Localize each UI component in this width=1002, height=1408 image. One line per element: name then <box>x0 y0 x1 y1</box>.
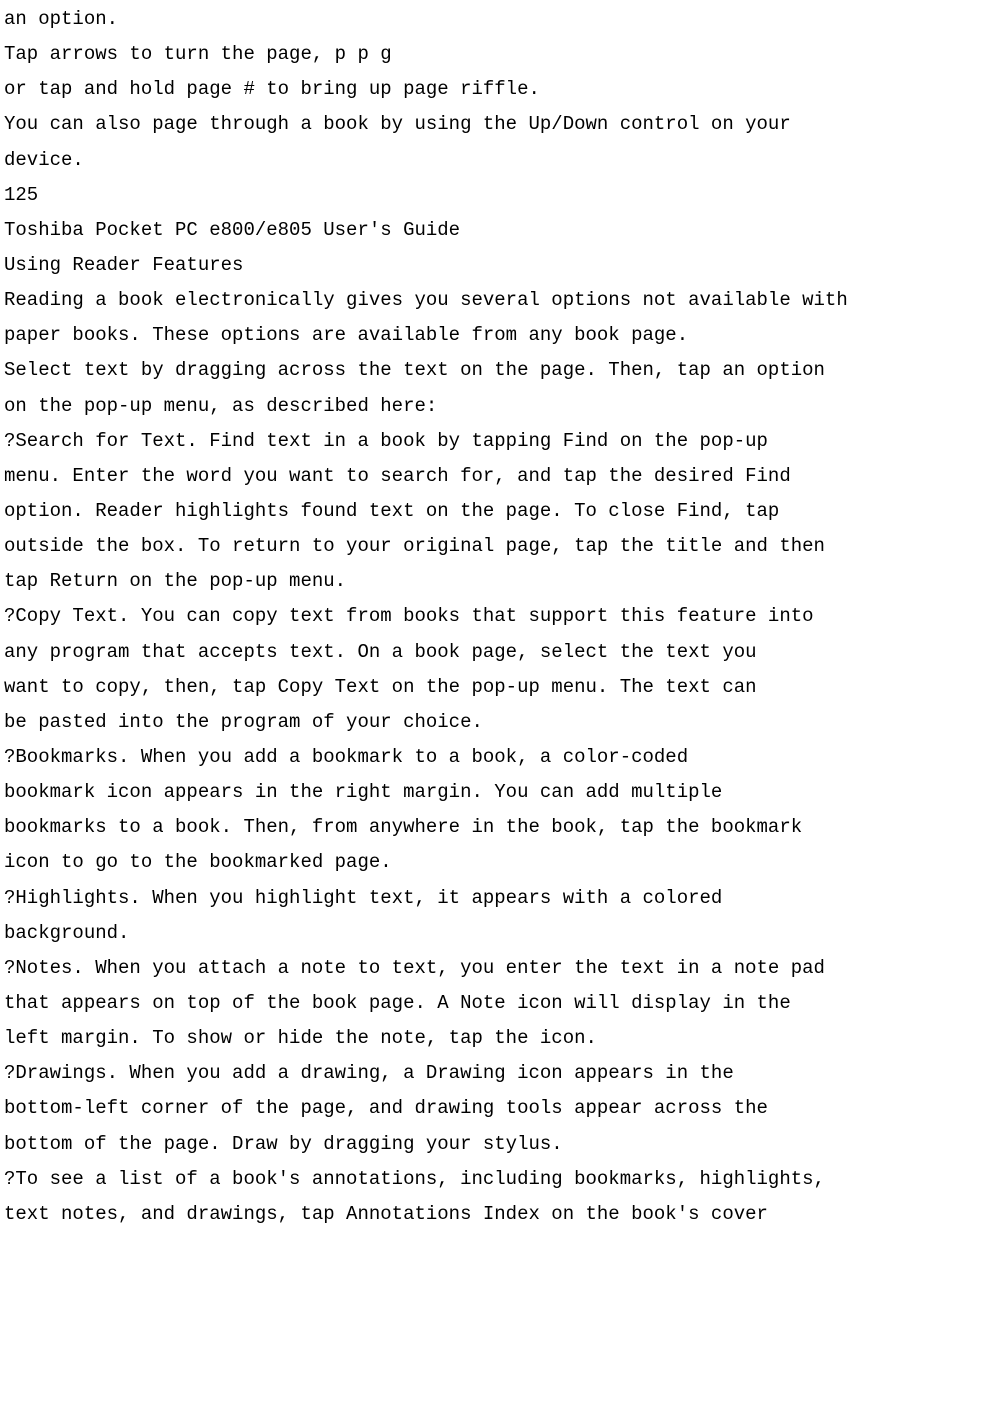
text-line: bookmark icon appears in the right margi… <box>4 775 998 810</box>
guide-title: Toshiba Pocket PC e800/e805 User's Guide <box>4 213 998 248</box>
text-line: any program that accepts text. On a book… <box>4 635 998 670</box>
text-line: ?Notes. When you attach a note to text, … <box>4 951 998 986</box>
document-body: an option. Tap arrows to turn the page, … <box>4 2 998 1232</box>
text-line: an option. <box>4 2 998 37</box>
text-line: tap Return on the pop-up menu. <box>4 564 998 599</box>
text-line: ?Drawings. When you add a drawing, a Dra… <box>4 1056 998 1091</box>
text-line: You can also page through a book by usin… <box>4 107 998 142</box>
text-line: outside the box. To return to your origi… <box>4 529 998 564</box>
text-line: device. <box>4 143 998 178</box>
text-line: Tap arrows to turn the page, p p g <box>4 37 998 72</box>
text-line: ?Highlights. When you highlight text, it… <box>4 881 998 916</box>
text-line: icon to go to the bookmarked page. <box>4 845 998 880</box>
text-line: on the pop-up menu, as described here: <box>4 389 998 424</box>
text-line: text notes, and drawings, tap Annotation… <box>4 1197 998 1232</box>
text-line: left margin. To show or hide the note, t… <box>4 1021 998 1056</box>
text-line: bookmarks to a book. Then, from anywhere… <box>4 810 998 845</box>
text-line: ?Search for Text. Find text in a book by… <box>4 424 998 459</box>
text-line: Select text by dragging across the text … <box>4 353 998 388</box>
text-line: bottom of the page. Draw by dragging you… <box>4 1127 998 1162</box>
text-line: Reading a book electronically gives you … <box>4 283 998 318</box>
text-line: be pasted into the program of your choic… <box>4 705 998 740</box>
text-line: or tap and hold page # to bring up page … <box>4 72 998 107</box>
text-line: menu. Enter the word you want to search … <box>4 459 998 494</box>
text-line: option. Reader highlights found text on … <box>4 494 998 529</box>
section-heading: Using Reader Features <box>4 248 998 283</box>
text-line: background. <box>4 916 998 951</box>
page-number: 125 <box>4 178 998 213</box>
text-line: ?To see a list of a book's annotations, … <box>4 1162 998 1197</box>
text-line: paper books. These options are available… <box>4 318 998 353</box>
text-line: ?Bookmarks. When you add a bookmark to a… <box>4 740 998 775</box>
text-line: bottom-left corner of the page, and draw… <box>4 1091 998 1126</box>
text-line: that appears on top of the book page. A … <box>4 986 998 1021</box>
text-line: want to copy, then, tap Copy Text on the… <box>4 670 998 705</box>
text-line: ?Copy Text. You can copy text from books… <box>4 599 998 634</box>
